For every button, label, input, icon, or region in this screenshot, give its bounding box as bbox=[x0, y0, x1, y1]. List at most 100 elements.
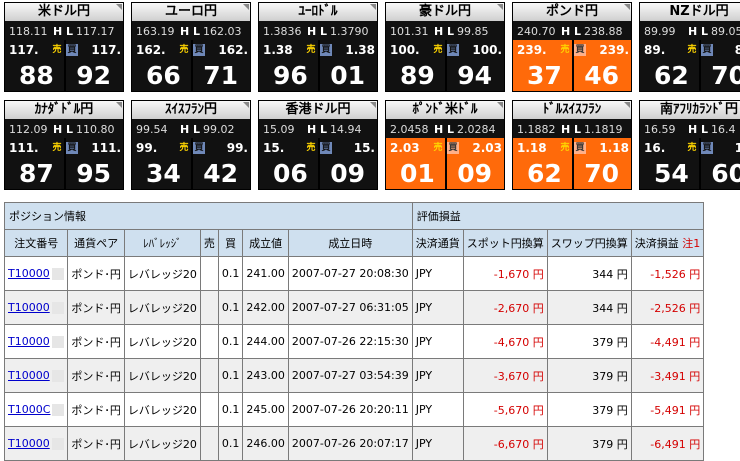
sell-button[interactable]: 売 bbox=[178, 142, 190, 154]
currency-pair-title: 豪ドル円 bbox=[386, 3, 504, 21]
buy-button[interactable]: 買 bbox=[193, 44, 205, 56]
rate-tile[interactable]: ポンド円 240.70 H L 238.88 239. 売買 239. 37 46 bbox=[512, 2, 632, 92]
bid-pips[interactable]: 37 bbox=[527, 61, 562, 91]
high-key: H bbox=[434, 123, 444, 136]
ask-pips[interactable]: 70 bbox=[711, 61, 740, 91]
buy-button[interactable]: 買 bbox=[701, 142, 713, 154]
high-key: H bbox=[434, 25, 444, 38]
buy-button[interactable]: 買 bbox=[447, 44, 459, 56]
sell-button[interactable]: 売 bbox=[178, 44, 190, 56]
bid-pips[interactable]: 88 bbox=[19, 61, 54, 91]
low-value: 110.80 bbox=[76, 123, 115, 136]
rate-tile[interactable]: ｽｲｽﾌﾗﾝ円 99.54 H L 99.02 99. 売買 99. 34 42 bbox=[131, 100, 251, 190]
order-link[interactable]: T10000 bbox=[8, 267, 50, 280]
rate-tile[interactable]: NZドル円 89.99 HL89.05 89. 売買 89. 62 70 bbox=[639, 2, 740, 92]
datetime-cell: 2007-07-26 20:07:17 bbox=[287, 426, 413, 461]
buy-button[interactable]: 買 bbox=[193, 142, 205, 154]
ask-pips[interactable]: 46 bbox=[584, 61, 619, 91]
ask-pips[interactable]: 94 bbox=[457, 61, 492, 91]
bid-pips[interactable]: 96 bbox=[273, 61, 308, 91]
low-key: L bbox=[193, 25, 201, 38]
buy-button[interactable]: 買 bbox=[320, 142, 332, 154]
sell-button[interactable]: 売 bbox=[686, 142, 698, 154]
rate-tile[interactable]: 米ドル円 118.11 H L 117.17 117. 売買 117. 88 92 bbox=[4, 2, 124, 92]
rate-tile[interactable]: ﾄﾞﾙｽｲｽﾌﾗﾝ 1.1882 H L 1.1819 1.18 売買 1.18 62 70 bbox=[512, 100, 632, 190]
sell-button[interactable]: 売 bbox=[559, 142, 571, 154]
order-link[interactable]: T10000 bbox=[8, 335, 50, 348]
low-value: 117.17 bbox=[76, 25, 115, 38]
rate-tile[interactable]: ﾕｰﾛﾄﾞﾙ 1.3836 H L 1.3790 1.38 売買 1.38 96 01 bbox=[258, 2, 378, 92]
col-pl: 決済損益 注1 bbox=[630, 229, 705, 257]
ask-pips[interactable]: 70 bbox=[584, 159, 619, 189]
ask-pips[interactable]: 95 bbox=[76, 159, 111, 189]
pl-cell: -4,491 円 bbox=[630, 324, 705, 359]
sell-button[interactable]: 売 bbox=[432, 44, 444, 56]
order-link[interactable]: T1000C bbox=[8, 403, 50, 416]
bid-pips[interactable]: 34 bbox=[146, 159, 181, 189]
sell-button[interactable]: 売 bbox=[305, 142, 317, 154]
sell-cell bbox=[199, 392, 219, 427]
low-key: L bbox=[447, 123, 455, 136]
bid-prefix: 99. bbox=[136, 141, 158, 155]
pair-cell: ポンド･円 bbox=[67, 324, 125, 359]
spot-cell: -4,670 円 bbox=[462, 324, 548, 359]
buy-button[interactable]: 買 bbox=[66, 44, 78, 56]
bid-pips[interactable]: 66 bbox=[146, 61, 181, 91]
bid-pips[interactable]: 89 bbox=[400, 61, 435, 91]
order-link[interactable]: T10000 bbox=[8, 437, 50, 450]
sell-button[interactable]: 売 bbox=[51, 142, 63, 154]
col-pl-label: 決済損益 bbox=[634, 237, 679, 250]
column-header-row: 注文番号 通貨ペア ﾚﾊﾞﾚｯｼﾞ 売 買 成立値 成立日時 決済通貨 スポット… bbox=[3, 229, 705, 257]
rate-tile[interactable]: ﾎﾟﾝﾄﾞ米ﾄﾞﾙ 2.0458 H L 2.0284 2.03 売買 2.03 01 09 bbox=[385, 100, 505, 190]
order-link[interactable]: T10000 bbox=[8, 369, 50, 382]
bid-pips[interactable]: 62 bbox=[527, 159, 562, 189]
low-key: L bbox=[66, 25, 74, 38]
bid-pips[interactable]: 54 bbox=[654, 159, 689, 189]
corner-marker-icon bbox=[370, 102, 376, 108]
ask-pips[interactable]: 42 bbox=[203, 159, 238, 189]
rate-tile[interactable]: ユーロ円 163.19 H L 162.03 162. 売買 162. 66 71 bbox=[131, 2, 251, 92]
ask-pips[interactable]: 09 bbox=[457, 159, 492, 189]
sell-button[interactable]: 売 bbox=[686, 44, 698, 56]
sell-button[interactable]: 売 bbox=[51, 44, 63, 56]
sell-button[interactable]: 売 bbox=[559, 44, 571, 56]
sell-button[interactable]: 売 bbox=[305, 44, 317, 56]
bid-pips[interactable]: 87 bbox=[19, 159, 54, 189]
pl-cell: -6,491 円 bbox=[630, 426, 705, 461]
bid-pips[interactable]: 06 bbox=[273, 159, 308, 189]
price-cell: 242.00 bbox=[242, 290, 289, 325]
high-low-row: 99.54 H L 99.02 bbox=[132, 122, 250, 137]
ask-pips[interactable]: 71 bbox=[203, 61, 238, 91]
ask-prefix: 89. bbox=[735, 41, 740, 59]
order-no-cell: T10000 bbox=[3, 256, 69, 291]
pair-name: ｶﾅﾀﾞﾄﾞﾙ円 bbox=[34, 102, 94, 117]
ask-pips[interactable]: 01 bbox=[330, 61, 365, 91]
currency-pair-title: ユーロ円 bbox=[132, 3, 250, 21]
buy-button[interactable]: 買 bbox=[447, 142, 459, 154]
buy-button[interactable]: 買 bbox=[66, 142, 78, 154]
bid-pips[interactable]: 01 bbox=[400, 159, 435, 189]
ask-pips[interactable]: 60 bbox=[711, 159, 740, 189]
buy-button[interactable]: 買 bbox=[574, 44, 586, 56]
buy-button[interactable]: 買 bbox=[701, 44, 713, 56]
ask-prefix: 99. bbox=[226, 141, 248, 155]
buy-button[interactable]: 買 bbox=[574, 142, 586, 154]
pair-name: ユーロ円 bbox=[164, 4, 217, 19]
low-value: 1.1819 bbox=[584, 123, 623, 136]
bid-pips[interactable]: 62 bbox=[654, 61, 689, 91]
low-value: 16.4 bbox=[711, 123, 736, 136]
high-key: H bbox=[180, 25, 190, 38]
high-value: 1.3836 bbox=[263, 25, 302, 38]
order-no-cell: T10000 bbox=[3, 358, 69, 393]
rate-tile[interactable]: ｶﾅﾀﾞﾄﾞﾙ円 112.09 H L 110.80 111. 売買 111. 87 95 bbox=[4, 100, 124, 190]
buy-button[interactable]: 買 bbox=[320, 44, 332, 56]
price-prefix-row: 1.38 売買 1.38 bbox=[259, 41, 377, 59]
pair-name: 香港ドル円 bbox=[285, 102, 351, 117]
rate-tile[interactable]: 豪ドル円 101.31 H L 99.85 100. 売買 100. 89 94 bbox=[385, 2, 505, 92]
sell-button[interactable]: 売 bbox=[432, 142, 444, 154]
ask-pips[interactable]: 92 bbox=[76, 61, 111, 91]
ask-pips[interactable]: 09 bbox=[330, 159, 365, 189]
rate-tile[interactable]: 香港ドル円 15.09 H L 14.94 15. 売買 15. 06 09 bbox=[258, 100, 378, 190]
rate-tile[interactable]: 南ｱﾌﾘｶﾗﾝﾄﾞ円 16.59 HL16.4 16. 売買 16. 54 60 bbox=[639, 100, 740, 190]
order-link[interactable]: T10000 bbox=[8, 301, 50, 314]
